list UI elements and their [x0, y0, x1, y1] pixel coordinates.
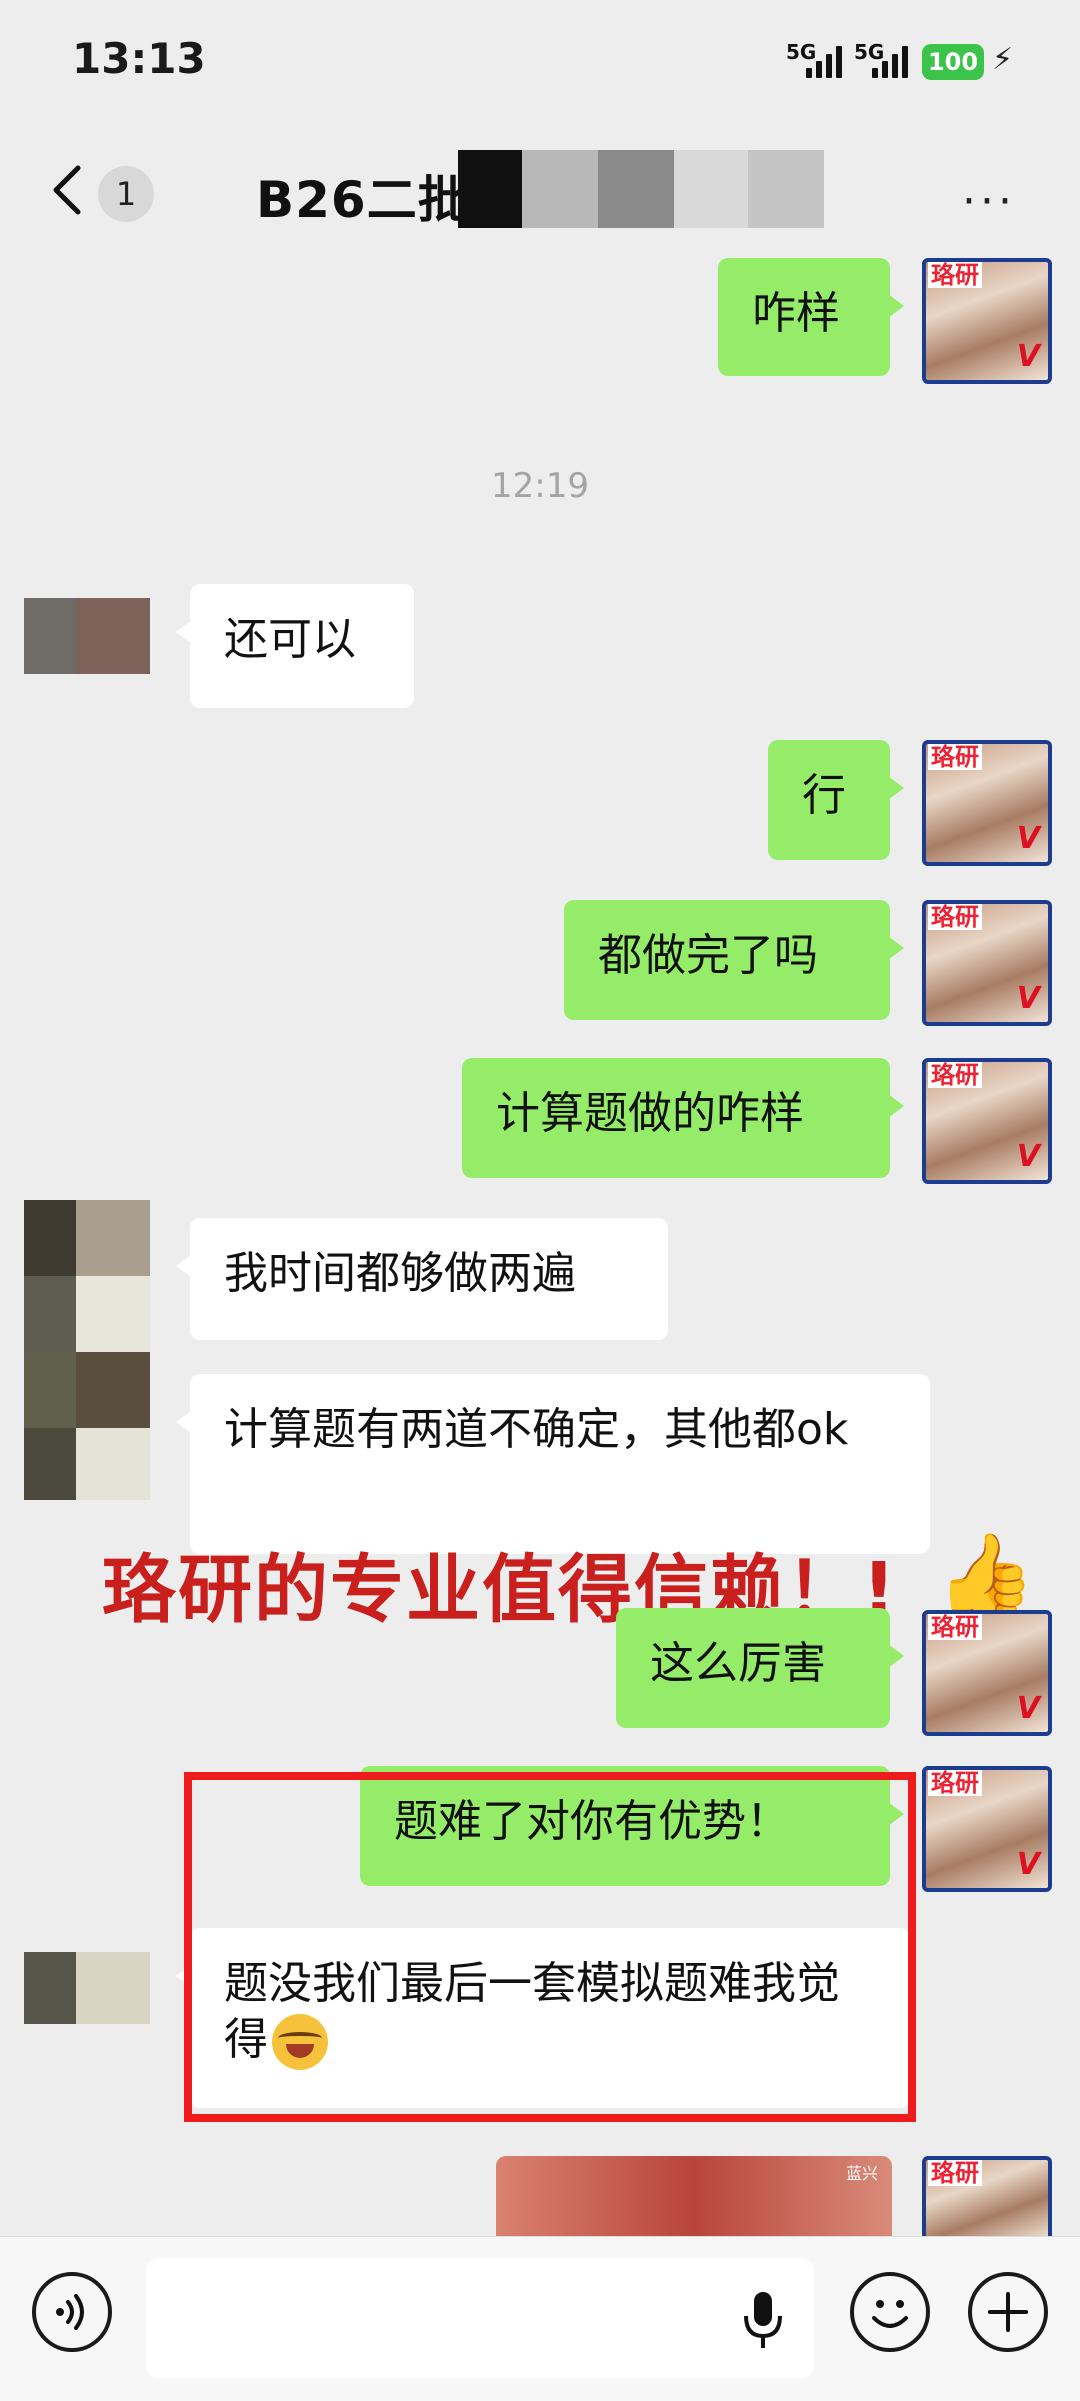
mic-button[interactable]: [738, 2288, 788, 2352]
voice-icon: [56, 2294, 84, 2330]
title-blur-5: [748, 150, 824, 228]
avatar-badge: V: [1016, 339, 1040, 374]
message-bubble-sent[interactable]: 计算题做的咋样: [462, 1058, 904, 1178]
avatar-badge: V: [1016, 1847, 1040, 1882]
avatar-self[interactable]: 珞研 V: [922, 900, 1052, 1026]
highlight-box: [184, 1772, 916, 2122]
charging-icon: ⚡: [992, 42, 1014, 77]
message-timestamp: 12:19: [491, 466, 589, 506]
plus-icon: [988, 2292, 1028, 2332]
message-bubble-received[interactable]: 我时间都够做两遍: [176, 1218, 668, 1340]
avatar-tag: 珞研: [928, 1614, 982, 1640]
title-blur-4: [674, 150, 748, 228]
emoji-button[interactable]: [850, 2272, 930, 2352]
image-message-caption: 蓝兴: [845, 2164, 878, 2183]
avatar-contact[interactable]: [24, 598, 150, 674]
more-options-button[interactable]: ···: [962, 176, 1016, 227]
message-input[interactable]: [146, 2258, 814, 2378]
chevron-left-icon: [53, 165, 81, 215]
battery-indicator: 100: [922, 44, 984, 80]
avatar-contact[interactable]: [24, 1200, 150, 1500]
more-functions-button[interactable]: [968, 2272, 1048, 2352]
title-blur-2: [522, 150, 598, 228]
message-bubble-sent[interactable]: 都做完了吗: [564, 900, 904, 1020]
avatar-tag: 珞研: [928, 262, 982, 288]
message-bubble-sent[interactable]: 咋样: [718, 258, 904, 376]
message-bubble-received[interactable]: 还可以: [176, 584, 414, 708]
avatar-tag: 珞研: [928, 1062, 982, 1088]
voice-toggle-button[interactable]: [32, 2272, 112, 2352]
signal-bars-icon-1: [806, 44, 850, 78]
unread-count-badge[interactable]: 1: [98, 166, 154, 222]
thumbs-up-icon: 👍: [936, 1528, 1036, 1621]
emoji-icon: [872, 2300, 908, 2328]
status-time: 13:13: [72, 34, 206, 83]
avatar-self[interactable]: 珞研 V: [922, 740, 1052, 866]
avatar-badge: V: [1016, 1691, 1040, 1726]
avatar-contact[interactable]: [24, 1952, 150, 2024]
title-blur-3: [598, 150, 674, 228]
avatar-self[interactable]: 珞研 V: [922, 1610, 1052, 1736]
avatar-tag: 珞研: [928, 744, 982, 770]
mic-icon: [744, 2292, 782, 2348]
avatar-tag: 珞研: [928, 1770, 982, 1796]
image-message[interactable]: 蓝兴: [496, 2156, 892, 2244]
message-bubble-received[interactable]: 计算题有两道不确定，其他都ok: [176, 1374, 930, 1554]
avatar-self[interactable]: 珞研: [922, 2156, 1052, 2244]
avatar-badge: V: [1016, 981, 1040, 1016]
avatar-badge: V: [1016, 1139, 1040, 1174]
avatar-tag: 珞研: [928, 904, 982, 930]
title-blur-1: [458, 150, 522, 228]
avatar-tag: 珞研: [928, 2160, 982, 2186]
avatar-self[interactable]: 珞研 V: [922, 1766, 1052, 1892]
avatar-self[interactable]: 珞研 V: [922, 258, 1052, 384]
signal-bars-icon-2: [872, 44, 916, 78]
avatar-self[interactable]: 珞研 V: [922, 1058, 1052, 1184]
message-bubble-sent[interactable]: 行: [768, 740, 904, 860]
message-bubble-sent[interactable]: 这么厉害: [616, 1608, 904, 1728]
chat-title[interactable]: B26二批: [256, 160, 469, 232]
avatar-badge: V: [1016, 821, 1040, 856]
back-button[interactable]: [40, 160, 100, 220]
